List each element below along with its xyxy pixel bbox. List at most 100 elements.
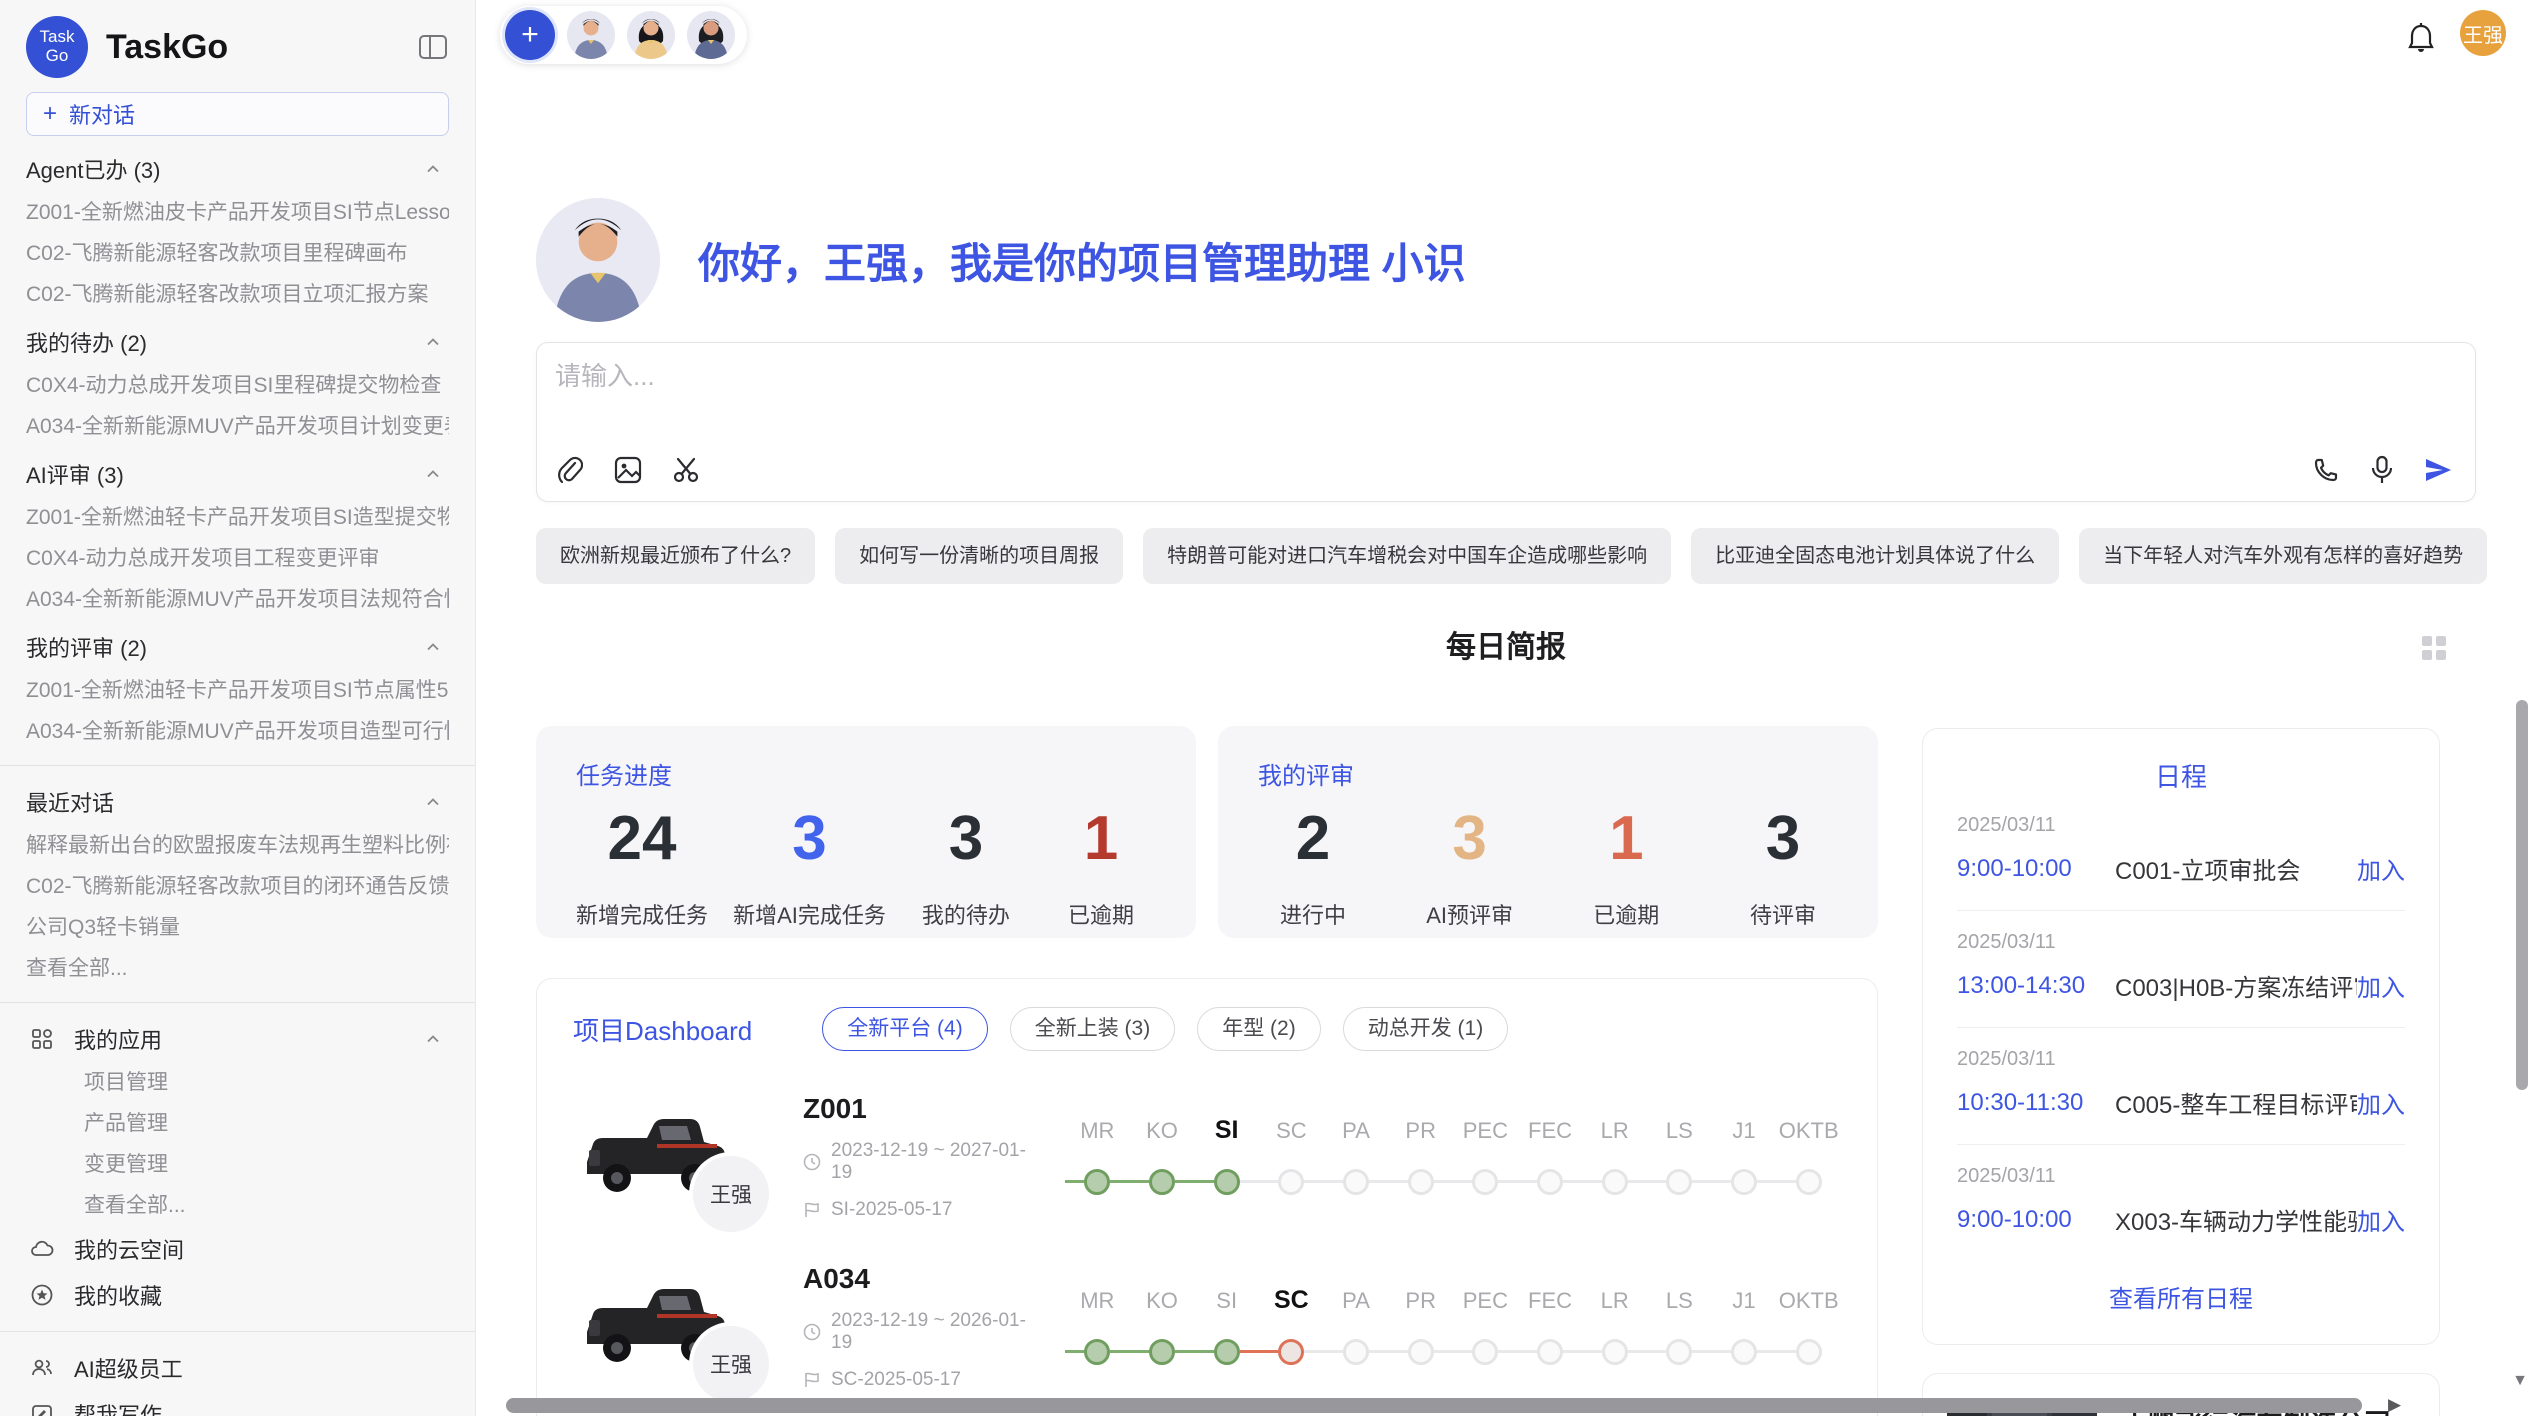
milestone-dot [1537,1169,1563,1195]
chat-input[interactable] [555,361,2155,392]
divider [0,765,475,766]
ai-super-employee[interactable]: AI超级员工 [26,1345,449,1391]
image-icon[interactable] [613,455,643,485]
attachment-icon[interactable] [555,455,585,485]
clock-icon [803,1323,821,1341]
suggestion-chip[interactable]: 欧洲新规最近颁布了什么? [536,528,815,584]
write-icon [26,1398,58,1416]
milestone-cell [1324,1335,1389,1369]
section-header[interactable]: Agent已办 (3) [26,146,449,192]
logo-line1: Task [40,28,75,47]
stat-value: 3 [911,803,1021,874]
schedule-item: 2025/03/1110:30-11:30C005-整车工程目标评审加入 [1957,1028,2405,1145]
app-sub-item[interactable]: 项目管理 [26,1062,449,1103]
chevron-up-icon[interactable] [417,786,449,818]
suggestion-chip[interactable]: 特朗普可能对进口汽车增税会对中国车企造成哪些影响 [1143,528,1671,584]
project-media: 王强 [573,1266,759,1388]
star-icon [26,1279,58,1311]
join-meeting-link[interactable]: 加入 [2357,1202,2405,1237]
dashboard-tab[interactable]: 全新平台 (4) [822,1007,988,1051]
horizontal-scrollbar[interactable] [506,1398,2362,1413]
milestone-dot [1602,1169,1628,1195]
vertical-scrollbar[interactable] [2516,700,2528,1090]
schedule-item: 2025/03/119:00-10:00C001-立项审批会加入 [1957,794,2405,911]
milestone-cell [1647,1165,1712,1199]
dashboard-tab[interactable]: 全新上装 (3) [1010,1007,1176,1051]
chevron-up-icon[interactable] [417,631,449,663]
milestone-connector [1304,1180,1323,1183]
join-meeting-link[interactable]: 加入 [2357,851,2405,886]
layout-grid-icon[interactable] [2420,634,2448,662]
daily-briefing-title: 每日简报 [536,626,2476,670]
dashboard-tab[interactable]: 动总开发 (1) [1343,1007,1509,1051]
microphone-icon[interactable] [2367,455,2397,485]
section-header[interactable]: 我的评审 (2) [26,624,449,670]
chevron-up-icon[interactable] [417,326,449,358]
dashboard-tab[interactable]: 年型 (2) [1197,1007,1321,1051]
milestone-cell [1388,1165,1453,1199]
stat-value: 1 [1571,803,1681,874]
my-apps-row: 我的应用 [26,1023,162,1055]
section-header[interactable]: 我的待办 (2) [26,319,449,365]
view-all-schedule-link[interactable]: 查看所有日程 [1957,1261,2405,1320]
section-header[interactable]: AI评审 (3) [26,451,449,497]
send-icon[interactable] [2423,455,2453,485]
chevron-up-icon[interactable] [417,1023,449,1055]
recent-chat-item[interactable]: C02-飞腾新能源轻客改款项目的闭环通告反馈情况 [26,866,449,907]
stat-value: 1 [1046,803,1156,874]
phone-call-icon[interactable] [2311,455,2341,485]
join-meeting-link[interactable]: 加入 [2357,968,2405,1003]
new-chat-button[interactable]: + 新对话 [26,92,449,136]
stat-value: 2 [1258,803,1368,874]
sidebar-task-item[interactable]: Z001-全新燃油皮卡产品开发项目SI节点Lesson Learn报告 [26,192,449,233]
scissors-icon[interactable] [671,455,701,485]
sidebar-task-item[interactable]: C02-飞腾新能源轻客改款项目里程碑画布 [26,233,449,274]
my-cloud-space-label: 我的云空间 [74,1233,184,1265]
sidebar-task-item[interactable]: C0X4-动力总成开发项目工程变更评审 [26,538,449,579]
recent-chat-item[interactable]: 解释最新出台的欧盟报废车法规再生塑料比例被调至15%... [26,825,449,866]
app-sub-item[interactable]: 变更管理 [26,1144,449,1185]
app-sub-item[interactable]: 产品管理 [26,1103,449,1144]
collapse-sidebar-icon[interactable] [417,31,449,63]
section-header[interactable]: 最近对话 [26,779,449,825]
chevron-up-icon[interactable] [417,458,449,490]
milestone-connector [1324,1180,1343,1183]
milestone-label: LR [1582,1118,1647,1144]
project-row[interactable]: 王强A0342023-12-19 ~ 2026-01-19SC-2025-05-… [573,1263,1841,1391]
help-me-write[interactable]: 帮我写作 [26,1391,449,1416]
suggestion-chip[interactable]: 当下年轻人对汽车外观有怎样的喜好趋势 [2079,528,2487,584]
stat-grid: 24新增完成任务3新增AI完成任务3我的待办1已逾期 [576,803,1156,930]
scroll-down-arrow-icon[interactable]: ▼ [2512,1372,2528,1390]
project-row[interactable]: 王强Z0012023-12-19 ~ 2027-01-19SI-2025-05-… [573,1093,1841,1221]
milestone-label: PEC [1453,1288,1518,1314]
suggestion-chip[interactable]: 如何写一份清晰的项目周报 [835,528,1123,584]
milestone-dot [1214,1169,1240,1195]
sidebar-task-item[interactable]: Z001-全新燃油轻卡产品开发项目SI节点属性5D文件评审 [26,670,449,711]
milestone-cell [1647,1335,1712,1369]
milestone-connector [1304,1350,1323,1353]
sidebar-task-item[interactable]: Z001-全新燃油轻卡产品开发项目SI造型提交物评审 [26,497,449,538]
my-cloud-space[interactable]: 我的云空间 [26,1226,449,1272]
sidebar-task-item[interactable]: A034-全新新能源MUV产品开发项目计划变更表编写 [26,406,449,447]
milestone-connector [1453,1350,1472,1353]
dashboard-title: 项目Dashboard [573,1011,752,1048]
recent-chat-item[interactable]: 查看全部... [26,948,449,989]
app-sub-item[interactable]: 查看全部... [26,1185,449,1226]
sidebar-task-item[interactable]: C02-飞腾新能源轻客改款项目立项汇报方案 [26,274,449,315]
milestone-label: SC [1259,1118,1324,1144]
schedule-name: C005-整车工程目标评审 [2115,1085,2357,1120]
suggestion-chip[interactable]: 比亚迪全固态电池计划具体说了什么 [1691,528,2059,584]
chevron-up-icon[interactable] [417,153,449,185]
milestone-dot [1278,1339,1304,1365]
my-favorites[interactable]: 我的收藏 [26,1272,449,1318]
join-meeting-link[interactable]: 加入 [2357,1085,2405,1120]
my-apps-header[interactable]: 我的应用 [26,1016,449,1062]
stat-label: 我的待办 [911,898,1021,930]
sidebar-task-item[interactable]: A034-全新新能源MUV产品开发项目造型可行性评审 [26,711,449,752]
sidebar-task-item[interactable]: C0X4-动力总成开发项目SI里程碑提交物检查 [26,365,449,406]
sidebar-task-item[interactable]: A034-全新新能源MUV产品开发项目法规符合性评审 [26,579,449,620]
recent-chat-item[interactable]: 公司Q3轻卡销量 [26,907,449,948]
clock-icon [803,1153,821,1171]
scroll-right-arrow-icon[interactable]: ▶ [2388,1395,2401,1415]
milestone-dot [1472,1339,1498,1365]
